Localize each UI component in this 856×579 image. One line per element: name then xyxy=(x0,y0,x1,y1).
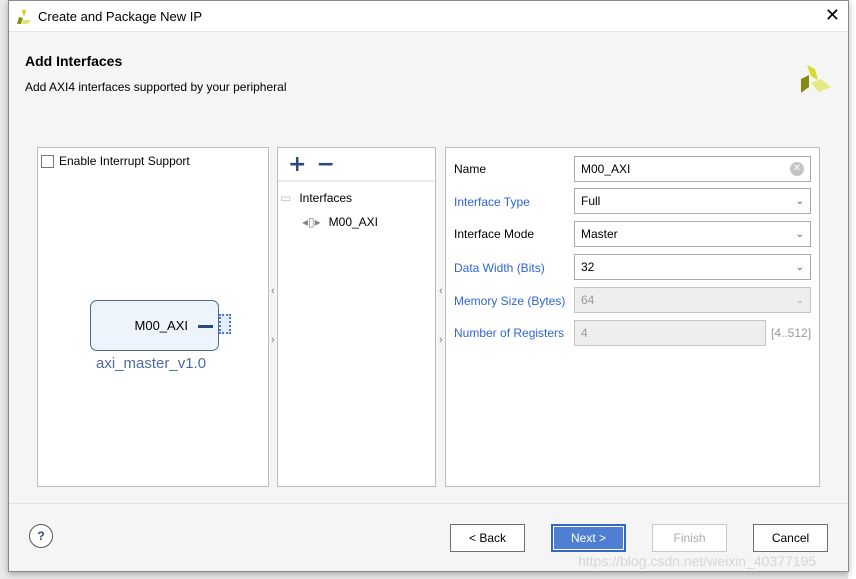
interfaces-tree-panel: + − ▭ Interfaces ◂▯▸ M00_AXI xyxy=(277,147,436,487)
collapse-left-icon[interactable]: ‹ xyxy=(271,285,275,297)
clear-icon[interactable]: ✕ xyxy=(790,162,804,176)
help-button[interactable]: ? xyxy=(29,524,53,548)
memory-size-label: Memory Size (Bytes) xyxy=(454,294,566,308)
data-width-label: Data Width (Bits) xyxy=(454,261,545,275)
page-subtitle: Add AXI4 interfaces supported by your pe… xyxy=(25,80,287,94)
footer-divider xyxy=(9,503,848,504)
interface-type-value: Full xyxy=(581,194,601,208)
finish-button: Finish xyxy=(652,524,727,552)
tree-toolbar: + − xyxy=(278,148,435,182)
enable-interrupt-label: Enable Interrupt Support xyxy=(59,154,190,168)
bus-interface-icon xyxy=(219,314,231,334)
port-pin xyxy=(198,325,213,328)
interface-type-select[interactable]: Full ⌄ xyxy=(574,188,811,214)
cancel-button[interactable]: Cancel xyxy=(753,524,828,552)
tree-root[interactable]: ▭ Interfaces xyxy=(280,191,352,205)
collapse-left-icon[interactable]: ‹ xyxy=(439,285,443,297)
chevron-down-icon: ⌄ xyxy=(795,228,804,240)
page-title: Add Interfaces xyxy=(25,53,123,69)
interface-type-label: Interface Type xyxy=(454,195,530,209)
checkbox-box[interactable] xyxy=(41,154,54,168)
name-input[interactable]: M00_AXI ✕ xyxy=(574,156,811,182)
tree-root-label: Interfaces xyxy=(299,191,353,205)
expand-right-icon[interactable]: › xyxy=(271,334,275,346)
interface-mode-select[interactable]: Master ⌄ xyxy=(574,221,811,247)
num-registers-input: 4 xyxy=(574,320,766,346)
num-registers-label: Number of Registers xyxy=(454,326,565,340)
create-package-ip-dialog: Create and Package New IP ✕ Add Interfac… xyxy=(8,0,849,572)
enable-interrupt-checkbox[interactable]: Enable Interrupt Support xyxy=(41,154,190,168)
interface-mode-label: Interface Mode xyxy=(454,227,535,241)
vivado-logo-icon xyxy=(801,65,831,93)
name-label: Name xyxy=(454,162,487,176)
close-icon[interactable]: ✕ xyxy=(825,5,840,26)
memory-size-select: 64 ⌄ xyxy=(574,287,811,313)
block-preview-panel: Enable Interrupt Support M00_AXI axi_mas… xyxy=(37,147,269,487)
watermark: https://blog.csdn.net/weixin_40377195 xyxy=(578,553,817,569)
interface-properties-panel: Name M00_AXI ✕ Interface Type Full ⌄ Inter… xyxy=(445,147,820,487)
data-width-value: 32 xyxy=(581,260,595,274)
registers-range: [4..512] xyxy=(771,326,812,340)
block-port-label: M00_AXI xyxy=(134,318,188,333)
block-name: axi_master_v1.0 xyxy=(96,355,207,372)
num-registers-value: 4 xyxy=(581,326,588,340)
interface-mode-value: Master xyxy=(581,227,618,241)
tree-item[interactable]: ◂▯▸ M00_AXI xyxy=(302,215,378,229)
bus-interface-icon: ◂▯▸ xyxy=(302,215,321,229)
folder-icon: ▭ xyxy=(280,191,292,205)
background-app xyxy=(848,0,856,579)
add-interface-button[interactable]: + xyxy=(288,152,306,177)
remove-interface-button[interactable]: − xyxy=(316,152,334,177)
expand-right-icon[interactable]: › xyxy=(439,334,443,346)
back-button[interactable]: < Back xyxy=(450,524,525,552)
memory-size-value: 64 xyxy=(581,293,595,307)
name-value: M00_AXI xyxy=(581,162,631,176)
tree-item-label: M00_AXI xyxy=(328,215,379,229)
chevron-down-icon: ⌄ xyxy=(795,261,804,273)
data-width-select[interactable]: 32 ⌄ xyxy=(574,254,811,280)
window-title: Create and Package New IP xyxy=(38,9,203,24)
ip-block: M00_AXI xyxy=(90,300,219,351)
chevron-down-icon: ⌄ xyxy=(795,294,804,306)
title-bar: Create and Package New IP ✕ xyxy=(9,1,848,32)
next-button[interactable]: Next > xyxy=(551,524,626,552)
chevron-down-icon: ⌄ xyxy=(795,195,804,207)
vivado-logo-icon xyxy=(17,10,31,24)
